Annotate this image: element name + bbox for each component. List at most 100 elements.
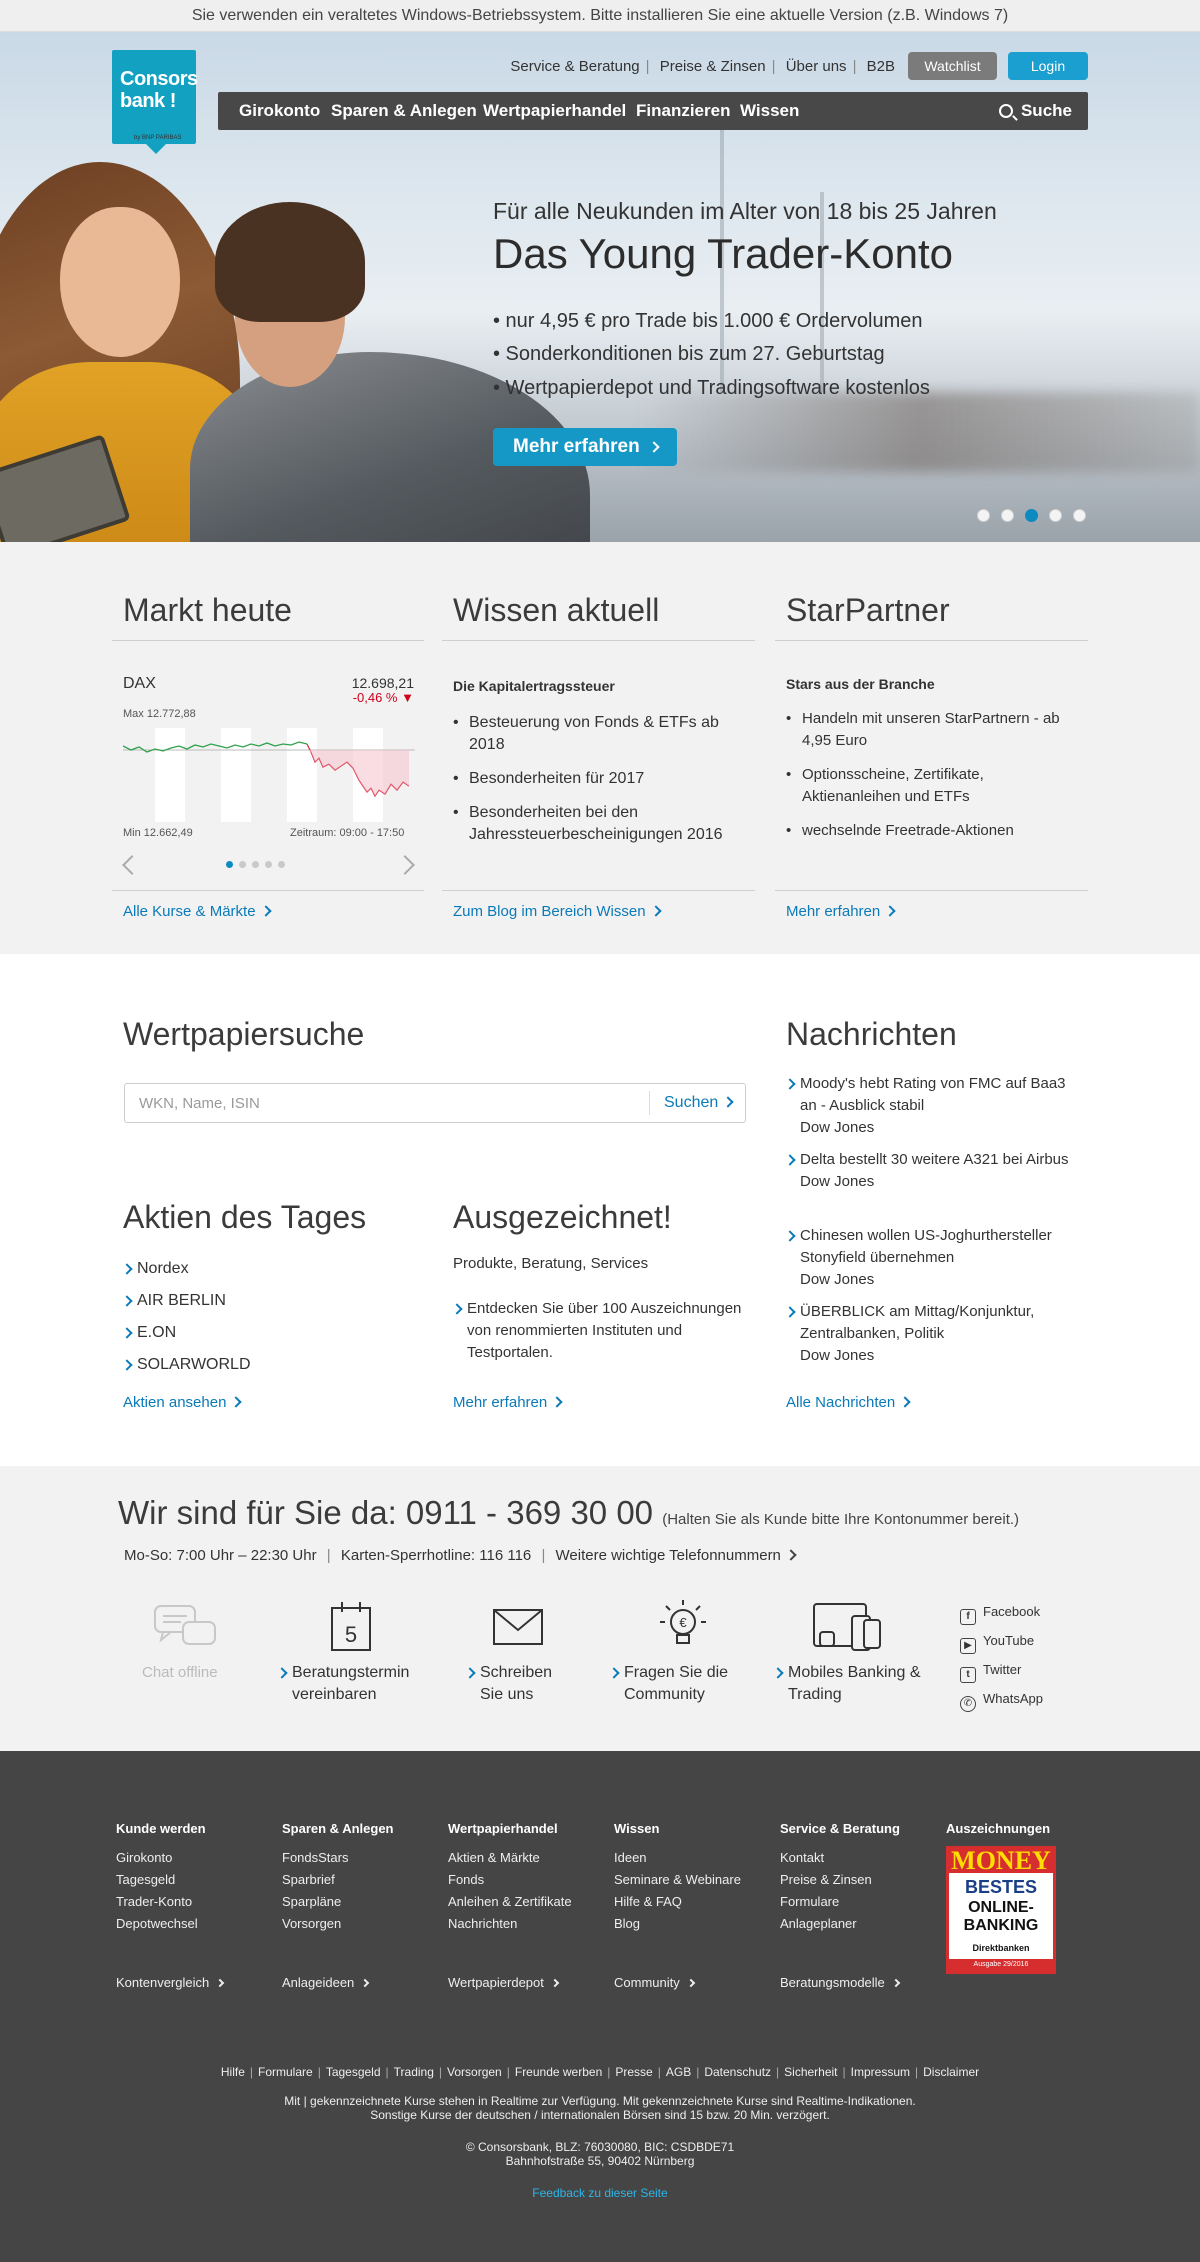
footer-link[interactable]: Blog: [614, 1916, 640, 1931]
footer-link[interactable]: Kontakt: [780, 1850, 824, 1865]
wissen-item[interactable]: Besonderheiten für 2017: [453, 768, 743, 790]
chart-carousel-dot[interactable]: [239, 861, 246, 868]
topnav-b2b[interactable]: B2B: [867, 58, 895, 75]
nav-wissen[interactable]: Wissen: [740, 92, 799, 130]
news-item[interactable]: Chinesen wollen US-Joghurthersteller Sto…: [786, 1225, 1086, 1291]
dax-intraday-chart[interactable]: [123, 722, 415, 822]
chart-carousel-dot[interactable]: [226, 861, 233, 868]
money-award-badge[interactable]: MONEY BESTES ONLINE- BANKING Direktbanken…: [946, 1846, 1056, 1974]
footer-link[interactable]: Nachrichten: [448, 1916, 517, 1931]
footer-bottom-link[interactable]: Vorsorgen: [447, 2065, 502, 2079]
news-item[interactable]: ÜBERBLICK am Mittag/Konjunktur, Zentralb…: [786, 1301, 1086, 1367]
footer-bottom-link[interactable]: Hilfe: [221, 2065, 245, 2079]
footer-link[interactable]: Anleihen & Zertifikate: [448, 1894, 572, 1909]
chat-offline-status: Chat offline: [142, 1664, 218, 1681]
footer-more-link[interactable]: Kontenvergleich: [116, 1975, 225, 1990]
whatsapp-link[interactable]: ✆ WhatsApp: [960, 1691, 1043, 1712]
wertpapier-search-input[interactable]: [125, 1084, 649, 1122]
chart-carousel-dot[interactable]: [265, 861, 272, 868]
nav-finanzieren[interactable]: Finanzieren: [636, 92, 730, 130]
zum-blog-link[interactable]: Zum Blog im Bereich Wissen: [453, 903, 662, 920]
starpartner-item[interactable]: wechselnde Freetrade-Aktionen: [786, 820, 1076, 842]
footer-link[interactable]: Depotwechsel: [116, 1916, 198, 1931]
login-button[interactable]: Login: [1008, 52, 1088, 80]
aktie-item[interactable]: E.ON: [123, 1322, 176, 1344]
footer-bottom-link[interactable]: Trading: [394, 2065, 434, 2079]
footer-link[interactable]: FondsStars: [282, 1850, 348, 1865]
carousel-dot[interactable]: [977, 509, 990, 522]
down-arrow-icon: ▼: [401, 690, 414, 705]
ausgezeichnet-item[interactable]: Entdecken Sie über 100 Auszeichnungen vo…: [453, 1298, 743, 1364]
facebook-link[interactable]: f Facebook: [960, 1604, 1040, 1625]
consorsbank-logo[interactable]: Consors bank !: [112, 50, 198, 154]
aktie-item[interactable]: SOLARWORLD: [123, 1354, 251, 1376]
carousel-dot[interactable]: [1049, 509, 1062, 522]
footer-link[interactable]: Trader-Konto: [116, 1894, 192, 1909]
footer-link[interactable]: Vorsorgen: [282, 1916, 341, 1931]
footer-link[interactable]: Formulare: [780, 1894, 839, 1909]
footer-bottom-link[interactable]: Sicherheit: [784, 2065, 837, 2079]
aktie-item[interactable]: Nordex: [123, 1258, 189, 1280]
company-info: © Consorsbank, BLZ: 76030080, BIC: CSDBD…: [465, 2140, 735, 2154]
footer-bottom-link[interactable]: Disclaimer: [923, 2065, 979, 2079]
carousel-dot[interactable]: [1025, 509, 1038, 522]
footer-link[interactable]: Anlageplaner: [780, 1916, 857, 1931]
footer-more-link[interactable]: Wertpapierdepot: [448, 1975, 560, 1990]
footer-bottom-link[interactable]: Tagesgeld: [326, 2065, 381, 2079]
footer-more-link[interactable]: Beratungsmodelle: [780, 1975, 901, 1990]
watchlist-button[interactable]: Watchlist: [908, 52, 997, 80]
topnav-service[interactable]: Service & Beratung: [510, 58, 639, 75]
footer-link[interactable]: Aktien & Märkte: [448, 1850, 540, 1865]
footer-link[interactable]: Ideen: [614, 1850, 647, 1865]
wissen-item[interactable]: Besonderheiten bei den Jahressteuerbesch…: [453, 802, 743, 846]
footer-link[interactable]: Girokonto: [116, 1850, 172, 1865]
beratungstermin-link[interactable]: Beratungstermin vereinbaren: [278, 1662, 438, 1706]
nav-girokonto[interactable]: Girokonto: [239, 92, 320, 130]
feedback-link[interactable]: Feedback zu dieser Seite: [0, 2186, 1200, 2200]
chart-carousel-dot[interactable]: [252, 861, 259, 868]
wissen-item[interactable]: Besteuerung von Fonds & ETFs ab 2018: [453, 712, 743, 756]
nav-sparen-anlegen[interactable]: Sparen & Anlegen: [331, 92, 477, 130]
footer-bottom-link[interactable]: Presse: [615, 2065, 652, 2079]
community-link[interactable]: Fragen Sie die Community: [610, 1662, 750, 1706]
footer-bottom-link[interactable]: Freunde werben: [515, 2065, 602, 2079]
footer-more-link[interactable]: Community: [614, 1975, 695, 1990]
footer-bottom-link[interactable]: Formulare: [258, 2065, 313, 2079]
footer-link[interactable]: Hilfe & FAQ: [614, 1894, 682, 1909]
news-item[interactable]: Delta bestellt 30 weitere A321 bei Airbu…: [786, 1149, 1086, 1193]
starpartner-item[interactable]: Optionsscheine, Zertifikate, Aktienanlei…: [786, 764, 1076, 808]
nav-search-button[interactable]: Suche: [998, 92, 1072, 130]
footer-link[interactable]: Sparbrief: [282, 1872, 335, 1887]
footer-bottom-link[interactable]: AGB: [666, 2065, 691, 2079]
starpartner-item[interactable]: Handeln mit unseren StarPartnern - ab 4,…: [786, 708, 1076, 752]
twitter-link[interactable]: t Twitter: [960, 1662, 1021, 1683]
more-phone-numbers-link[interactable]: Weitere wichtige Telefonnummern: [556, 1547, 797, 1564]
footer-link[interactable]: Fonds: [448, 1872, 484, 1887]
nav-wertpapierhandel[interactable]: Wertpapierhandel: [483, 92, 626, 130]
footer-more-link[interactable]: Anlageideen: [282, 1975, 370, 1990]
footer-link[interactable]: Seminare & Webinare: [614, 1872, 741, 1887]
aktie-item[interactable]: AIR BERLIN: [123, 1290, 226, 1312]
hero-cta-button[interactable]: Mehr erfahren: [493, 428, 677, 466]
aktien-ansehen-link[interactable]: Aktien ansehen: [123, 1394, 243, 1411]
footer-bottom-link[interactable]: Datenschutz: [704, 2065, 771, 2079]
mobile-banking-link[interactable]: Mobiles Banking & Trading: [774, 1662, 934, 1706]
ausgezeichnet-more-link[interactable]: Mehr erfahren: [453, 1394, 563, 1411]
topnav-preise[interactable]: Preise & Zinsen: [660, 58, 766, 75]
topnav-ueber-uns[interactable]: Über uns: [786, 58, 847, 75]
alle-kurse-link[interactable]: Alle Kurse & Märkte: [123, 903, 272, 920]
news-item[interactable]: Moody's hebt Rating von FMC auf Baa3 an …: [786, 1073, 1086, 1139]
chart-carousel-dot[interactable]: [278, 861, 285, 868]
footer-bottom-link[interactable]: Impressum: [851, 2065, 910, 2079]
starpartner-more-link[interactable]: Mehr erfahren: [786, 903, 896, 920]
schreiben-sie-uns-link[interactable]: Schreiben Sie uns: [466, 1662, 576, 1706]
footer-link[interactable]: Sparpläne: [282, 1894, 341, 1909]
alle-nachrichten-link[interactable]: Alle Nachrichten: [786, 1394, 911, 1411]
wertpapier-search-button[interactable]: Suchen: [649, 1091, 745, 1115]
footer-link[interactable]: Preise & Zinsen: [780, 1872, 872, 1887]
main-navigation: Girokonto Sparen & Anlegen Wertpapierhan…: [218, 92, 1088, 130]
carousel-dot[interactable]: [1073, 509, 1086, 522]
footer-link[interactable]: Tagesgeld: [116, 1872, 175, 1887]
carousel-dot[interactable]: [1001, 509, 1014, 522]
youtube-link[interactable]: ▶ YouTube: [960, 1633, 1034, 1654]
